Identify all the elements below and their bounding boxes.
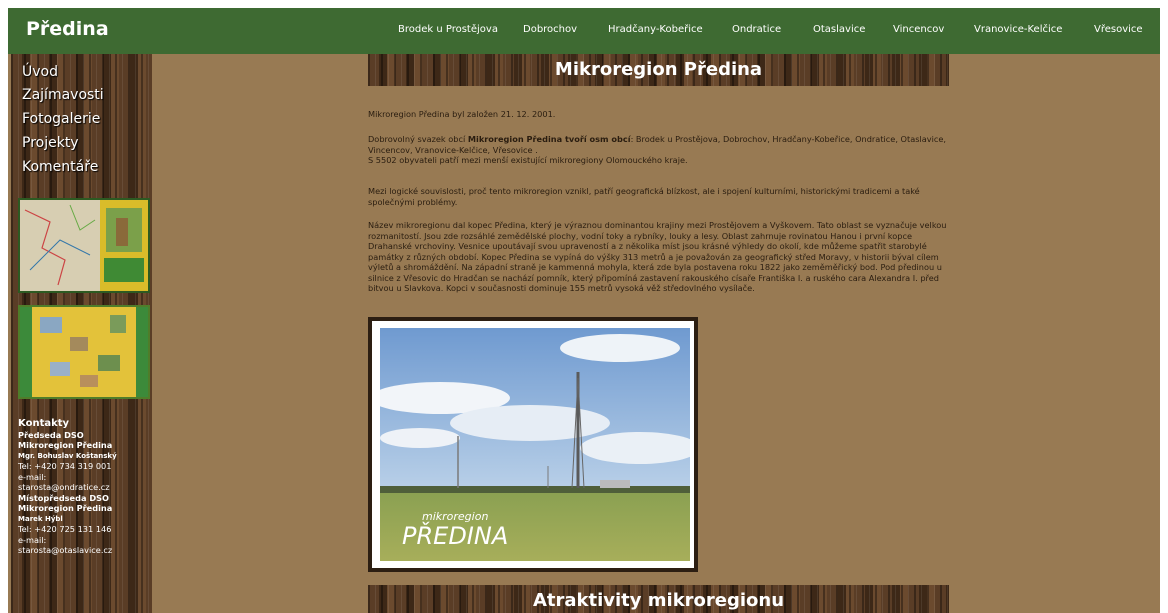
brochure-thumbnail[interactable]	[18, 305, 150, 399]
nav-vincencov[interactable]: Vincencov	[893, 24, 944, 35]
menu-uvod[interactable]: Úvod	[22, 64, 58, 80]
hill-photo: mikroregion PŘEDINA	[380, 328, 690, 561]
members-bold: Mikroregion Předina tvoří osm obcí	[467, 134, 631, 144]
hill-paragraph: Název mikroregionu dal kopec Předina, kt…	[368, 220, 947, 293]
nav-dobrochov[interactable]: Dobrochov	[523, 24, 577, 35]
contact-org-2: Mikroregion Předina	[18, 503, 113, 513]
brochure-image	[20, 307, 148, 397]
members-paragraph: Dobrovolný svazek obcí Mikroregion Předi…	[368, 134, 953, 166]
site-logo[interactable]: Předina	[26, 18, 109, 40]
nav-hradcany-koberice[interactable]: Hradčany-Kobeřice	[608, 24, 703, 35]
map-brochure-image	[20, 200, 148, 291]
menu-projekty[interactable]: Projekty	[22, 135, 79, 151]
contact-phone-2: Tel: +420 725 131 146	[18, 524, 112, 534]
contact-role: Předseda DSO	[18, 429, 84, 440]
nav-vranovice-kelcice[interactable]: Vranovice-Kelčice	[974, 24, 1062, 35]
top-navigation: Předina Brodek u Prostějova Dobrochov Hr…	[8, 8, 1160, 54]
menu-fotogalerie[interactable]: Fotogalerie	[22, 111, 100, 127]
nav-vresovice[interactable]: Vřesovice	[1094, 24, 1143, 35]
contact-org: Mikroregion Předina	[18, 440, 113, 450]
hill-photo-frame[interactable]: mikroregion PŘEDINA	[368, 317, 698, 572]
photo-mat: mikroregion PŘEDINA	[372, 321, 694, 568]
sidebar: Úvod Zajímavosti Fotogalerie Projekty Ko…	[11, 54, 152, 613]
nav-brodek[interactable]: Brodek u Prostějova	[398, 24, 498, 35]
contact-email-label-2: e-mail:	[18, 534, 47, 545]
page-title: Mikroregion Předina	[368, 54, 949, 86]
founding-paragraph: Mikroregion Předina byl založen 21. 12. …	[368, 109, 556, 119]
menu-zajimavosti[interactable]: Zajímavosti	[22, 87, 104, 103]
reason-paragraph: Mezi logické souvislosti, proč tento mik…	[368, 186, 920, 207]
page-frame: Předina Brodek u Prostějova Dobrochov Hr…	[8, 8, 1160, 613]
nav-ondratice[interactable]: Ondratice	[732, 24, 781, 35]
contact-email-2[interactable]: starosta@otaslavice.cz	[18, 545, 146, 556]
population-text: S 5502 obyvateli patří mezi menší existu…	[368, 155, 688, 165]
hill-photo-image: mikroregion PŘEDINA	[380, 328, 690, 561]
nav-otaslavice[interactable]: Otaslavice	[813, 24, 865, 35]
contact-phone: Tel: +420 734 319 001	[18, 461, 112, 471]
contacts-title: Kontakty	[18, 418, 70, 429]
members-intro: Dobrovolný svazek obcí	[368, 134, 468, 144]
contact-name: Mgr. Bohuslav Koštanský	[18, 451, 117, 460]
contact-email-label: e-mail:	[18, 471, 47, 482]
contacts-block: Kontakty Předseda DSO Mikroregion Předin…	[18, 418, 146, 556]
map-brochure-thumbnail[interactable]	[18, 198, 150, 293]
contact-email[interactable]: starosta@ondratice.cz	[18, 482, 146, 493]
section-title-attractions: Atraktivity mikroregionu	[368, 585, 949, 613]
contact-name-2: Marek Hýbl	[18, 514, 63, 523]
menu-komentare[interactable]: Komentáře	[22, 159, 98, 175]
contact-role-2: Místopředseda DSO	[18, 492, 109, 503]
photo-logo-big: PŘEDINA	[402, 521, 508, 550]
